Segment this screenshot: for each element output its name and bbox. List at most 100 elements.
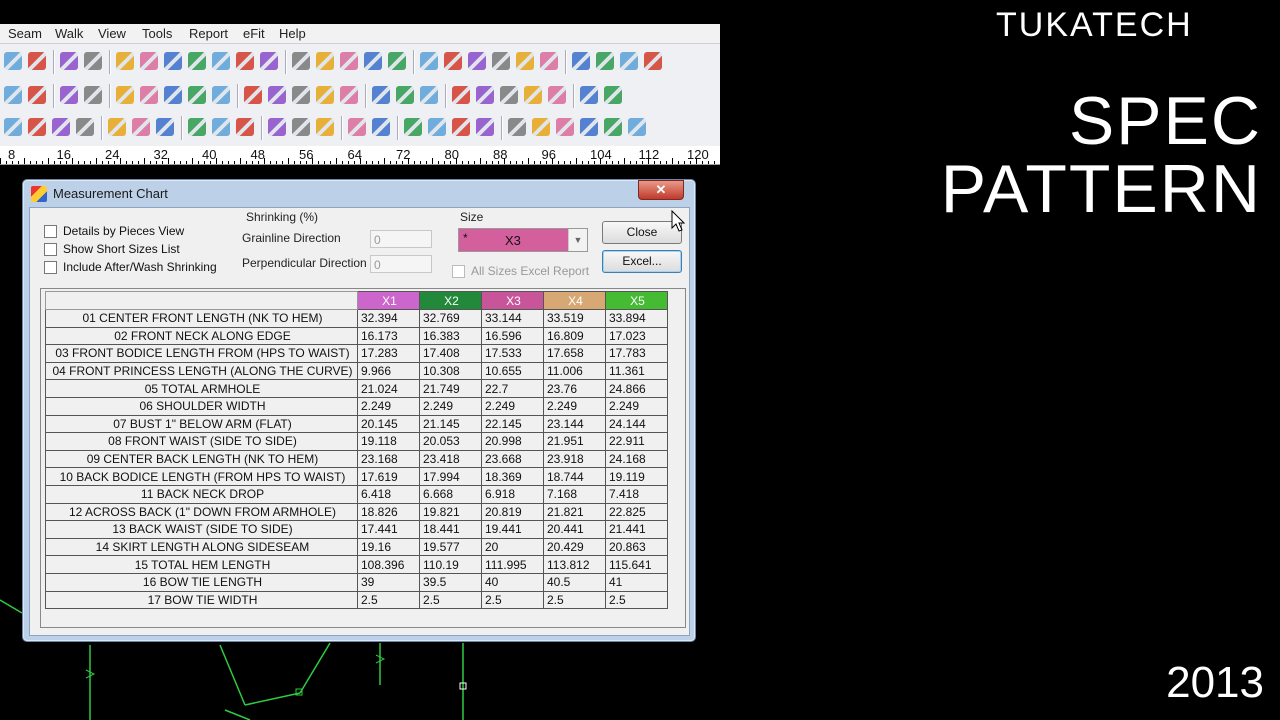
toolbar-tool-icon[interactable] (52, 118, 70, 136)
menu-seam[interactable]: Seam (8, 26, 42, 41)
measurement-value-cell[interactable]: 20 (481, 537, 544, 557)
measurement-value-cell[interactable]: 11.361 (605, 361, 668, 381)
measurement-value-cell[interactable]: 39.5 (419, 572, 482, 592)
toolbar-tool-icon[interactable] (396, 86, 414, 104)
measurement-value-cell[interactable]: 22.7 (481, 379, 544, 398)
measurement-value-cell[interactable]: 32.394 (357, 309, 420, 328)
measurement-value-cell[interactable]: 6.418 (357, 484, 420, 504)
size-column-header[interactable]: X3 (481, 291, 544, 310)
toolbar-tool-icon[interactable] (28, 118, 46, 136)
toolbar-tool-icon[interactable] (468, 52, 486, 70)
toolbar-tool-icon[interactable] (508, 118, 526, 136)
toolbar-tool-icon[interactable] (316, 52, 334, 70)
measurement-value-cell[interactable]: 22.145 (481, 414, 544, 434)
measurement-value-cell[interactable]: 17.283 (357, 344, 420, 363)
toolbar-tool-icon[interactable] (84, 52, 102, 70)
measurement-value-cell[interactable]: 23.144 (543, 414, 606, 434)
toolbar-tool-icon[interactable] (452, 118, 470, 136)
measurement-value-cell[interactable]: 108.396 (357, 555, 420, 574)
menu-efit[interactable]: eFit (243, 26, 265, 41)
menu-walk[interactable]: Walk (55, 26, 83, 41)
size-dropdown[interactable]: * X3 ▼ (458, 228, 588, 252)
measurement-value-cell[interactable]: 9.966 (357, 361, 420, 381)
toolbar-tool-icon[interactable] (644, 52, 662, 70)
measurement-value-cell[interactable]: 17.658 (543, 344, 606, 363)
toolbar-tool-icon[interactable] (116, 52, 134, 70)
measurement-value-cell[interactable]: 19.119 (605, 467, 668, 486)
measurement-value-cell[interactable]: 17.023 (605, 326, 668, 346)
toolbar-tool-icon[interactable] (516, 52, 534, 70)
toolbar-tool-icon[interactable] (420, 52, 438, 70)
measurement-value-cell[interactable]: 17.619 (357, 467, 420, 486)
excel-button[interactable]: Excel... (602, 250, 682, 273)
measurement-value-cell[interactable]: 21.145 (419, 414, 482, 434)
toolbar-tool-icon[interactable] (548, 86, 566, 104)
measurement-value-cell[interactable]: 16.173 (357, 326, 420, 346)
toolbar-tool-icon[interactable] (404, 118, 422, 136)
measurement-value-cell[interactable]: 21.951 (543, 432, 606, 451)
details-by-pieces-checkbox[interactable]: Details by Pieces View (44, 224, 184, 238)
toolbar-tool-icon[interactable] (340, 52, 358, 70)
menu-tools[interactable]: Tools (142, 26, 172, 41)
measurement-value-cell[interactable]: 33.144 (481, 309, 544, 328)
toolbar-tool-icon[interactable] (212, 52, 230, 70)
toolbar-tool-icon[interactable] (572, 52, 590, 70)
toolbar-tool-icon[interactable] (156, 118, 174, 136)
toolbar-tool-icon[interactable] (188, 52, 206, 70)
toolbar-tool-icon[interactable] (4, 52, 22, 70)
toolbar-tool-icon[interactable] (364, 52, 382, 70)
measurement-value-cell[interactable]: 113.812 (543, 555, 606, 574)
toolbar-tool-icon[interactable] (268, 86, 286, 104)
measurement-value-cell[interactable]: 33.519 (543, 309, 606, 328)
size-column-header[interactable]: X2 (419, 291, 482, 310)
toolbar-tool-icon[interactable] (236, 52, 254, 70)
toolbar-tool-icon[interactable] (28, 52, 46, 70)
toolbar-tool-icon[interactable] (212, 118, 230, 136)
menu-view[interactable]: View (98, 26, 126, 41)
toolbar-tool-icon[interactable] (60, 86, 78, 104)
toolbar-tool-icon[interactable] (60, 52, 78, 70)
measurement-value-cell[interactable]: 2.5 (481, 590, 544, 610)
toolbar-tool-icon[interactable] (164, 52, 182, 70)
toolbar-tool-icon[interactable] (492, 52, 510, 70)
checkbox-box[interactable] (44, 224, 57, 238)
measurement-value-cell[interactable]: 2.249 (481, 396, 544, 416)
measurement-value-cell[interactable]: 21.749 (419, 379, 482, 398)
chevron-down-icon[interactable]: ▼ (568, 229, 587, 251)
measurement-value-cell[interactable]: 16.809 (543, 326, 606, 346)
measurement-value-cell[interactable]: 10.308 (419, 361, 482, 381)
measurement-value-cell[interactable]: 2.5 (543, 590, 606, 610)
menu-report[interactable]: Report (189, 26, 228, 41)
toolbar-tool-icon[interactable] (140, 86, 158, 104)
toolbar-tool-icon[interactable] (84, 86, 102, 104)
toolbar-tool-icon[interactable] (132, 118, 150, 136)
measurement-value-cell[interactable]: 39 (357, 572, 420, 592)
toolbar-tool-icon[interactable] (476, 86, 494, 104)
toolbar-tool-icon[interactable] (244, 86, 262, 104)
toolbar-tool-icon[interactable] (428, 118, 446, 136)
toolbar-tool-icon[interactable] (76, 118, 94, 136)
toolbar-tool-icon[interactable] (164, 86, 182, 104)
toolbar-tool-icon[interactable] (292, 118, 310, 136)
measurement-value-cell[interactable]: 23.168 (357, 449, 420, 469)
measurement-value-cell[interactable]: 17.533 (481, 344, 544, 363)
measurement-value-cell[interactable]: 21.024 (357, 379, 420, 398)
measurement-value-cell[interactable]: 2.249 (605, 396, 668, 416)
measurement-value-cell[interactable]: 18.369 (481, 467, 544, 486)
toolbar-tool-icon[interactable] (604, 86, 622, 104)
close-icon[interactable]: ✕ (638, 180, 684, 200)
measurement-value-cell[interactable]: 6.918 (481, 484, 544, 504)
measurement-value-cell[interactable]: 10.655 (481, 361, 544, 381)
toolbar-tool-icon[interactable] (340, 86, 358, 104)
toolbar-tool-icon[interactable] (140, 52, 158, 70)
close-button[interactable]: Close (602, 221, 682, 244)
toolbar-tool-icon[interactable] (28, 86, 46, 104)
short-sizes-checkbox[interactable]: Show Short Sizes List (44, 242, 180, 256)
measurement-value-cell[interactable]: 20.441 (543, 520, 606, 539)
menu-help[interactable]: Help (279, 26, 306, 41)
measurement-value-cell[interactable]: 17.441 (357, 520, 420, 539)
toolbar-tool-icon[interactable] (188, 86, 206, 104)
measurement-value-cell[interactable]: 18.744 (543, 467, 606, 486)
checkbox-box[interactable] (452, 264, 465, 278)
toolbar-tool-icon[interactable] (316, 86, 334, 104)
